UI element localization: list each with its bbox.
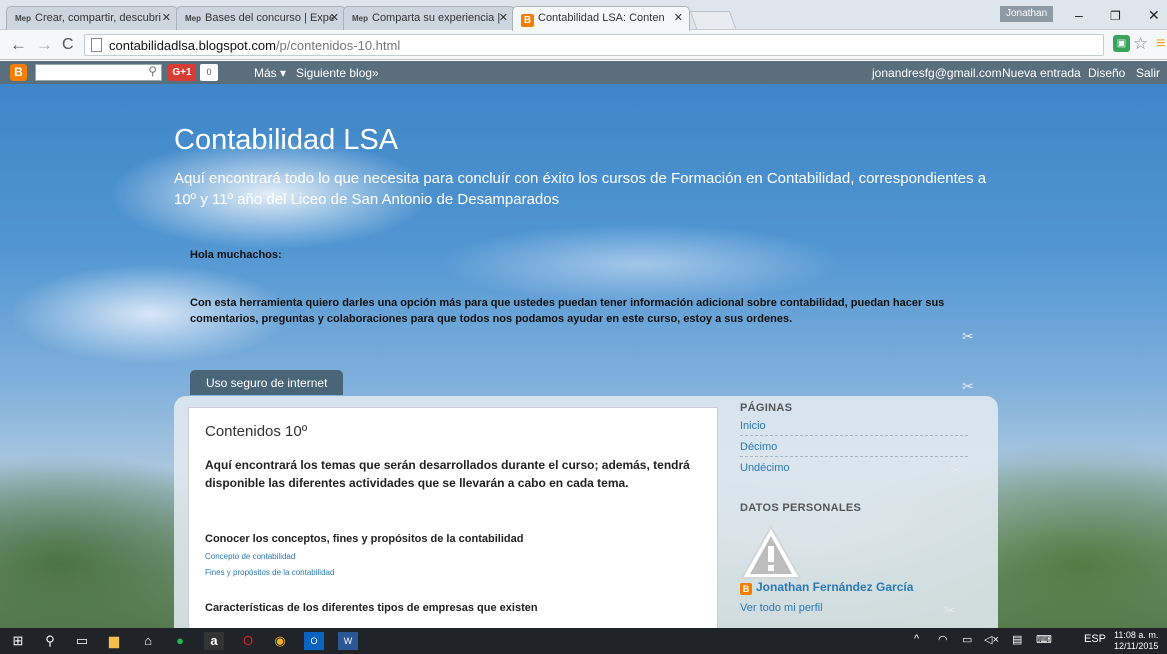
gplus-button[interactable]: G+1 bbox=[168, 64, 196, 81]
url-host: contabilidadlsa.blogspot.com bbox=[109, 38, 276, 53]
sidebar-page-link[interactable]: Décimo bbox=[740, 441, 968, 457]
spotify-icon[interactable]: ● bbox=[170, 632, 190, 650]
search-icon[interactable]: ⚲ bbox=[148, 64, 157, 78]
more-menu[interactable]: Más ▾ bbox=[254, 66, 286, 80]
post-card: Contenidos 10º Aquí encontrará los temas… bbox=[188, 407, 718, 628]
menu-icon[interactable]: ≡ bbox=[1156, 35, 1165, 53]
clock-date: 12/11/2015 bbox=[1114, 641, 1159, 651]
close-tab-icon[interactable]: ✕ bbox=[499, 11, 508, 24]
browser-tab[interactable]: Mep Comparta su experiencia | ✕ bbox=[343, 6, 515, 30]
profile-name[interactable]: B Jonathan Fernández García bbox=[740, 580, 913, 595]
close-tab-icon[interactable]: ✕ bbox=[162, 11, 171, 24]
amazon-icon[interactable]: a bbox=[204, 632, 224, 650]
edit-wrench-icon[interactable]: ✂ bbox=[950, 462, 962, 479]
tab-label: Crear, compartir, descubri bbox=[35, 12, 161, 24]
design-link[interactable]: Diseño bbox=[1088, 66, 1125, 80]
post-lead: Aquí encontrará los temas que serán desa… bbox=[205, 458, 690, 490]
profile-name-text: Jonathan Fernández García bbox=[756, 580, 914, 594]
browser-tab-active[interactable]: B Contabilidad LSA: Conten ✕ bbox=[512, 6, 690, 31]
tab-uso-seguro[interactable]: Uso seguro de internet bbox=[190, 370, 344, 395]
edit-wrench-icon[interactable]: ✂ bbox=[962, 378, 974, 395]
url-path: /p/contenidos-10.html bbox=[275, 38, 401, 53]
tab-label: Bases del concurso | Expe bbox=[205, 12, 336, 24]
blogger-navbar: B ⚲ G+1 0 Más ▾ Siguiente blog» jonandre… bbox=[0, 61, 1167, 84]
url-field[interactable]: contabilidadlsa.blogspot.com/p/contenido… bbox=[84, 34, 1104, 56]
sidebar-page-link[interactable]: Undécimo bbox=[740, 462, 968, 477]
section-heading: Características de los diferentes tipos … bbox=[205, 602, 538, 614]
tab-label: Contabilidad LSA: Conten bbox=[538, 12, 665, 24]
new-post-link[interactable]: Nueva entrada bbox=[1002, 66, 1081, 80]
logout-link[interactable]: Salir bbox=[1136, 66, 1160, 80]
outlook-icon[interactable]: O bbox=[304, 632, 324, 650]
gplus-count: 0 bbox=[200, 64, 218, 81]
chrome-icon[interactable]: ◉ bbox=[270, 632, 290, 650]
language-indicator[interactable]: ESP bbox=[1084, 633, 1106, 645]
back-icon[interactable]: ← bbox=[10, 35, 27, 55]
next-blog-link[interactable]: Siguiente blog» bbox=[296, 66, 379, 80]
url-text: contabilidadlsa.blogspot.com/p/contenido… bbox=[109, 38, 400, 53]
blogger-logo-icon[interactable]: B bbox=[10, 64, 27, 81]
browser-tab-strip: Mep Crear, compartir, descubri ✕ Mep Bases … bbox=[0, 0, 1167, 31]
blog-description: Aquí encontrará todo lo que necesita par… bbox=[174, 170, 987, 208]
file-explorer-icon[interactable]: ▆ bbox=[104, 632, 124, 650]
restore-icon[interactable]: ❐ bbox=[1110, 9, 1121, 23]
post-link[interactable]: Fines y propósitos de la contabilidad bbox=[205, 568, 334, 577]
blogger-favicon-icon: B bbox=[521, 14, 534, 27]
close-window-icon[interactable]: ✕ bbox=[1148, 7, 1160, 24]
keyboard-icon[interactable]: ⌨ bbox=[1036, 633, 1052, 646]
task-view-icon[interactable]: ▭ bbox=[72, 632, 92, 650]
minimize-icon[interactable]: – bbox=[1075, 7, 1083, 23]
wifi-icon[interactable]: ◠ bbox=[938, 633, 948, 646]
new-tab-button[interactable] bbox=[689, 11, 737, 29]
greeting-text: Hola muchachos: bbox=[190, 249, 282, 261]
word-icon[interactable]: W bbox=[338, 632, 358, 650]
pages-heading: PÁGINAS bbox=[740, 402, 793, 414]
sidebar-page-link[interactable]: Inicio bbox=[740, 420, 968, 436]
tray-chevron-icon[interactable]: ^ bbox=[914, 633, 919, 645]
clock-time: 11:08 a. m. bbox=[1114, 630, 1159, 640]
blog-title[interactable]: Contabilidad LSA bbox=[174, 124, 398, 157]
close-tab-icon[interactable]: ✕ bbox=[674, 11, 683, 24]
browser-tab[interactable]: Mep Bases del concurso | Expe ✕ bbox=[176, 6, 346, 30]
intro-text: Con esta herramienta quiero darles una o… bbox=[190, 297, 945, 325]
edit-wrench-icon[interactable]: ✂ bbox=[962, 328, 974, 345]
edit-wrench-icon[interactable]: ✂ bbox=[944, 602, 956, 619]
browser-tab[interactable]: Mep Crear, compartir, descubri ✕ bbox=[6, 6, 178, 30]
bookmark-star-icon[interactable]: ☆ bbox=[1133, 34, 1148, 54]
search-icon[interactable]: ⚲ bbox=[40, 632, 60, 650]
extension-icon[interactable]: ▣ bbox=[1113, 35, 1130, 52]
profile-badge[interactable]: Jonathan bbox=[1000, 6, 1054, 22]
close-tab-icon[interactable]: ✕ bbox=[330, 11, 339, 24]
mep-favicon-icon: Mep bbox=[352, 14, 368, 23]
warning-avatar-icon bbox=[740, 524, 802, 579]
user-email[interactable]: jonandresfg@gmail.com bbox=[872, 66, 1002, 80]
volume-icon[interactable]: ◁× bbox=[984, 633, 999, 646]
reload-icon[interactable]: C bbox=[62, 36, 74, 54]
clock[interactable]: 11:08 a. m. 12/11/2015 bbox=[1114, 630, 1158, 652]
battery-icon[interactable]: ▭ bbox=[962, 633, 972, 646]
notifications-icon[interactable]: ▤ bbox=[1012, 633, 1022, 646]
content-container: Contenidos 10º Aquí encontrará los temas… bbox=[174, 396, 998, 628]
windows-taskbar: ⊞ ⚲ ▭ ▆ ⌂ ● a O ◉ O W ^ ◠ ▭ ◁× ▤ ⌨ ESP 1… bbox=[0, 628, 1167, 654]
tab-label: Comparta su experiencia | bbox=[372, 12, 501, 24]
mep-favicon-icon: Mep bbox=[15, 14, 31, 23]
blog-search-input[interactable]: ⚲ bbox=[35, 64, 162, 81]
opera-icon[interactable]: O bbox=[238, 632, 258, 650]
section-heading: Conocer los conceptos, fines y propósito… bbox=[205, 533, 524, 545]
blog-page: Contabilidad LSA Aquí encontrará todo lo… bbox=[0, 84, 1167, 628]
page-icon bbox=[91, 38, 102, 52]
post-link[interactable]: Concepto de contabilidad bbox=[205, 552, 295, 561]
mep-favicon-icon: Mep bbox=[185, 14, 201, 23]
windows-start-icon[interactable]: ⊞ bbox=[8, 632, 28, 650]
profile-heading: DATOS PERSONALES bbox=[740, 502, 862, 514]
address-bar-row: ← → C contabilidadlsa.blogspot.com/p/con… bbox=[0, 30, 1167, 60]
blogger-profile-icon: B bbox=[740, 583, 752, 595]
home-icon[interactable]: ⌂ bbox=[138, 632, 158, 650]
view-profile-link[interactable]: Ver todo mi perfil bbox=[740, 602, 823, 614]
screen: Mep Crear, compartir, descubri ✕ Mep Bases … bbox=[0, 0, 1167, 654]
post-title: Contenidos 10º bbox=[205, 423, 308, 440]
forward-icon[interactable]: → bbox=[36, 35, 53, 55]
